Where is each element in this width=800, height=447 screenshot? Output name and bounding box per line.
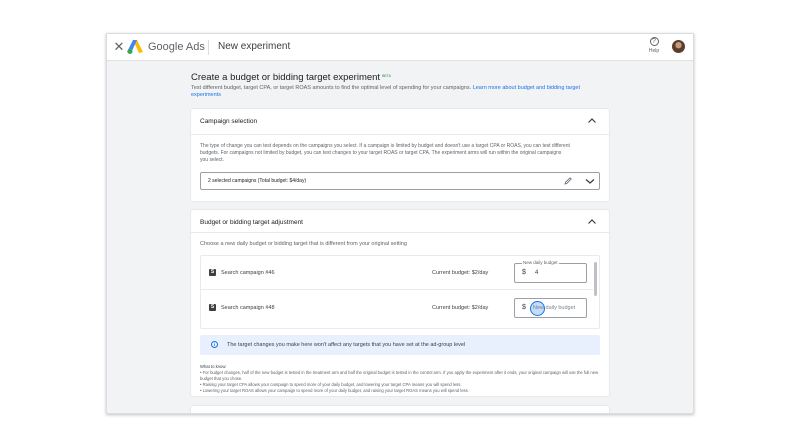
input-value: 4	[535, 270, 539, 276]
campaign-selection-card: Campaign selection The type of change yo…	[191, 109, 609, 201]
info-icon: i	[211, 341, 218, 348]
list-item: S Search campaign #46 Current budget: $2…	[201, 256, 593, 290]
what-to-know-item: • For budget changes, half of the new bu…	[200, 370, 599, 381]
input-label: New daily budget	[522, 260, 559, 265]
divider	[208, 40, 209, 55]
divider	[191, 232, 609, 233]
selected-campaigns: 2 selected campaigns (Total budget: $4/d…	[208, 178, 307, 184]
list-item: S Search campaign #48 Current budget: $2…	[201, 291, 593, 325]
search-campaign-icon: S	[209, 304, 216, 311]
page-title: New experiment	[218, 41, 291, 52]
close-icon[interactable]: ✕	[111, 39, 127, 55]
new-daily-budget-input[interactable]: New daily budget $ 4	[514, 260, 587, 283]
beta-badge: BETA	[382, 74, 391, 78]
campaign-name: Search campaign #46	[221, 270, 275, 276]
what-to-know-item: • Lowering your target ROAS allows your …	[200, 388, 469, 393]
experiment-subtitle: Test different budget, target CPA, or ta…	[191, 85, 609, 99]
help-label: Help	[648, 48, 660, 54]
pencil-icon[interactable]	[563, 176, 573, 186]
chevron-down-icon[interactable]	[584, 176, 596, 186]
heading-text: Create a budget or bidding target experi…	[191, 72, 381, 83]
scrollbar[interactable]	[594, 262, 597, 296]
chevron-up-icon[interactable]	[587, 116, 597, 126]
current-budget: Current budget: $2/day	[432, 270, 489, 276]
divider	[191, 134, 609, 135]
google-ads-logo-icon	[127, 40, 143, 54]
help-icon: ?	[649, 37, 659, 46]
subtitle-text: Test different budget, target CPA, or ta…	[191, 85, 472, 91]
click-indicator	[530, 301, 545, 316]
currency-symbol: $	[522, 269, 526, 276]
next-section-card	[191, 406, 609, 413]
budget-adjustment-header: Budget or bidding target adjustment	[200, 219, 303, 226]
help-button[interactable]: ? Help	[644, 37, 664, 54]
search-campaign-icon: S	[209, 269, 216, 276]
campaign-selector[interactable]: 2 selected campaigns (Total budget: $4/d…	[200, 172, 600, 190]
info-text: The target changes you make here won't a…	[227, 342, 466, 348]
top-bar: ✕ Google Ads New experiment ? Help	[107, 34, 693, 61]
experiment-heading: Create a budget or bidding target experi…	[191, 72, 609, 83]
page-header: Create a budget or bidding target experi…	[191, 72, 609, 99]
campaign-selection-description: The type of change you can test depends …	[200, 143, 570, 163]
experiment-window: ✕ Google Ads New experiment ? Help Creat…	[106, 33, 694, 414]
campaign-selection-header: Campaign selection	[200, 118, 258, 125]
what-to-know: What to know: • For budget changes, half…	[200, 364, 605, 394]
currency-symbol: $	[522, 304, 526, 311]
budget-adjustment-subtitle: Choose a new daily budget or bidding tar…	[200, 241, 407, 247]
campaign-name: Search campaign #48	[221, 305, 275, 311]
current-budget: Current budget: $2/day	[432, 305, 489, 311]
info-banner: i The target changes you make here won't…	[200, 335, 600, 355]
new-daily-budget-input[interactable]: $ New daily budget	[514, 298, 587, 318]
budget-adjustment-card: Budget or bidding target adjustment Choo…	[191, 210, 609, 396]
avatar[interactable]	[672, 40, 685, 53]
brand-name: Google Ads	[148, 41, 205, 53]
chevron-up-icon[interactable]	[587, 217, 597, 227]
campaign-budget-list: S Search campaign #46 Current budget: $2…	[200, 255, 600, 329]
